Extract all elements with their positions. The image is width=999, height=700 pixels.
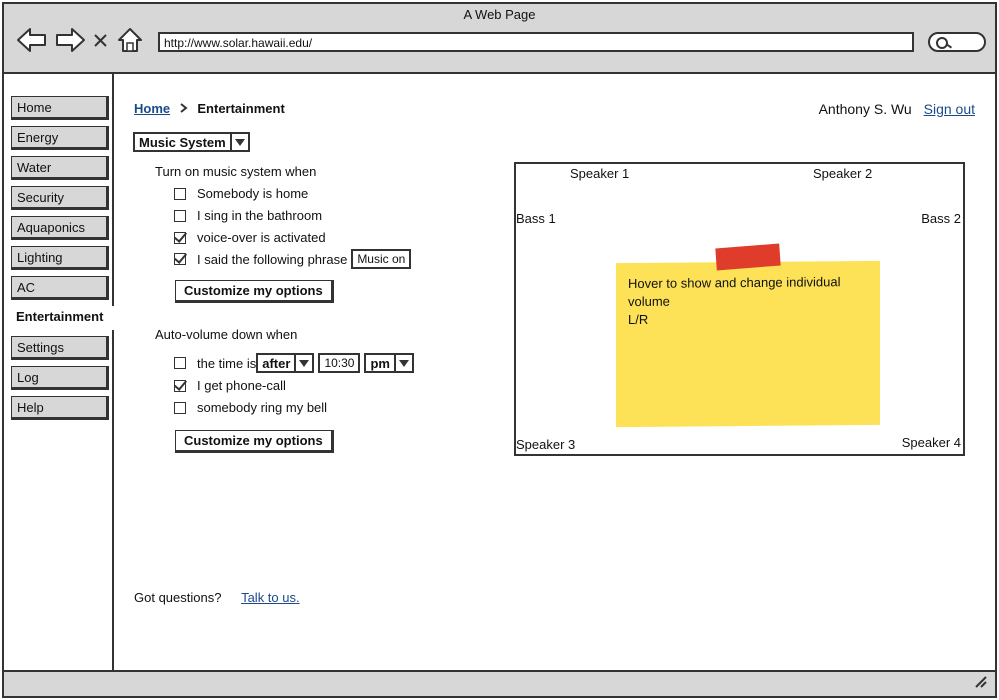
sidebar-item-lighting[interactable]: Lighting <box>11 246 109 270</box>
speaker-4[interactable]: Speaker 4 <box>902 435 961 450</box>
back-arrow-icon[interactable] <box>16 26 48 54</box>
auto-volume-time-option: the time is after 10:30 pm <box>174 353 414 373</box>
speaker-1[interactable]: Speaker 1 <box>570 166 629 181</box>
speaker-3[interactable]: Speaker 3 <box>516 437 575 452</box>
chevron-down-icon <box>393 355 412 371</box>
chevron-right-icon <box>180 101 188 116</box>
auto-volume-option: somebody ring my bell <box>174 400 327 415</box>
sidebar-item-ac[interactable]: AC <box>11 276 109 300</box>
sidebar-nav: Home Energy Water Security Aquaponics Li… <box>4 72 115 672</box>
option-label: the time is <box>197 355 257 371</box>
option-label: I get phone-call <box>197 378 286 393</box>
turn-on-option: I said the following phrase Music on <box>174 249 412 269</box>
auto-volume-option: I get phone-call <box>174 378 286 393</box>
option-label: Somebody is home <box>197 186 309 201</box>
sidebar-item-energy[interactable]: Energy <box>11 126 109 150</box>
resize-grip-icon[interactable] <box>975 676 987 688</box>
user-name: Anthony S. Wu <box>818 101 912 117</box>
talk-to-us-link[interactable]: Talk to us. <box>241 590 300 605</box>
time-mode-select[interactable]: after <box>256 353 315 373</box>
main-content: Home Entertainment Anthony S. Wu Sign ou… <box>114 74 995 672</box>
option-label: voice-over is activated <box>197 230 326 245</box>
sidebar-item-help[interactable]: Help <box>11 396 109 420</box>
sidebar-item-entertainment[interactable]: Entertainment <box>11 306 115 330</box>
option-label: I said the following phrase <box>197 251 348 267</box>
close-icon[interactable] <box>92 30 110 50</box>
bass-1[interactable]: Bass 1 <box>516 211 556 226</box>
speaker-layout-panel: Speaker 1 Speaker 2 Bass 1 Bass 2 Speake… <box>514 162 965 456</box>
turn-on-heading: Turn on music system when <box>155 164 317 179</box>
user-area: Anthony S. Wu Sign out <box>819 101 975 117</box>
checkbox[interactable] <box>174 401 186 414</box>
forward-arrow-icon[interactable] <box>54 26 86 54</box>
sticky-note: Hover to show and change individual volu… <box>616 243 880 428</box>
breadcrumb: Home Entertainment <box>134 101 285 116</box>
time-mode-value: after <box>262 355 291 371</box>
browser-window: A Web Page http://www.solar.hawaii.edu/ … <box>2 2 997 698</box>
customize-options-button[interactable]: Customize my options <box>175 280 334 303</box>
note-text: Hover to show and change individual volu… <box>628 274 841 310</box>
time-period-value: pm <box>370 355 390 371</box>
footer-question: Got questions? <box>134 590 222 605</box>
time-period-select[interactable]: pm <box>364 353 414 373</box>
sidebar-item-settings[interactable]: Settings <box>11 336 109 360</box>
auto-volume-heading: Auto-volume down when <box>155 327 298 342</box>
sidebar-item-water[interactable]: Water <box>11 156 109 180</box>
chevron-down-icon <box>294 355 312 371</box>
sidebar-item-aquaponics[interactable]: Aquaponics <box>11 216 109 240</box>
browser-chrome: A Web Page http://www.solar.hawaii.edu/ <box>4 4 995 74</box>
checkbox[interactable] <box>174 379 186 392</box>
music-system-select-value: Music System <box>139 134 226 150</box>
tape <box>715 243 781 271</box>
chevron-down-icon <box>229 134 248 150</box>
turn-on-option: Somebody is home <box>174 186 308 201</box>
checkbox[interactable] <box>174 187 186 200</box>
sidebar-item-log[interactable]: Log <box>11 366 109 390</box>
breadcrumb-current: Entertainment <box>197 101 285 116</box>
speaker-2[interactable]: Speaker 2 <box>813 166 872 181</box>
checkbox[interactable] <box>174 231 186 244</box>
turn-on-option: voice-over is activated <box>174 230 326 245</box>
customize-options-button[interactable]: Customize my options <box>175 430 334 453</box>
note-text-lr: L/R <box>628 311 649 328</box>
search-field[interactable] <box>928 32 986 52</box>
sign-out-link[interactable]: Sign out <box>924 101 975 117</box>
status-bar <box>4 670 995 696</box>
window-title: A Web Page <box>463 7 536 22</box>
option-label: somebody ring my bell <box>197 400 328 415</box>
checkbox[interactable] <box>174 253 186 265</box>
url-bar[interactable]: http://www.solar.hawaii.edu/ <box>158 32 914 52</box>
home-icon[interactable] <box>116 26 144 54</box>
checkbox[interactable] <box>174 209 186 222</box>
breadcrumb-home-link[interactable]: Home <box>134 101 170 116</box>
sidebar-item-security[interactable]: Security <box>11 186 109 210</box>
phrase-input[interactable]: Music on <box>351 249 412 269</box>
sidebar-item-home[interactable]: Home <box>11 96 109 120</box>
time-input[interactable]: 10:30 <box>318 353 361 373</box>
checkbox[interactable] <box>174 357 186 369</box>
footer: Got questions? Talk to us. <box>134 590 300 605</box>
option-label: I sing in the bathroom <box>197 208 323 223</box>
music-system-select[interactable]: Music System <box>133 132 250 152</box>
turn-on-option: I sing in the bathroom <box>174 208 322 223</box>
bass-2[interactable]: Bass 2 <box>921 211 961 226</box>
